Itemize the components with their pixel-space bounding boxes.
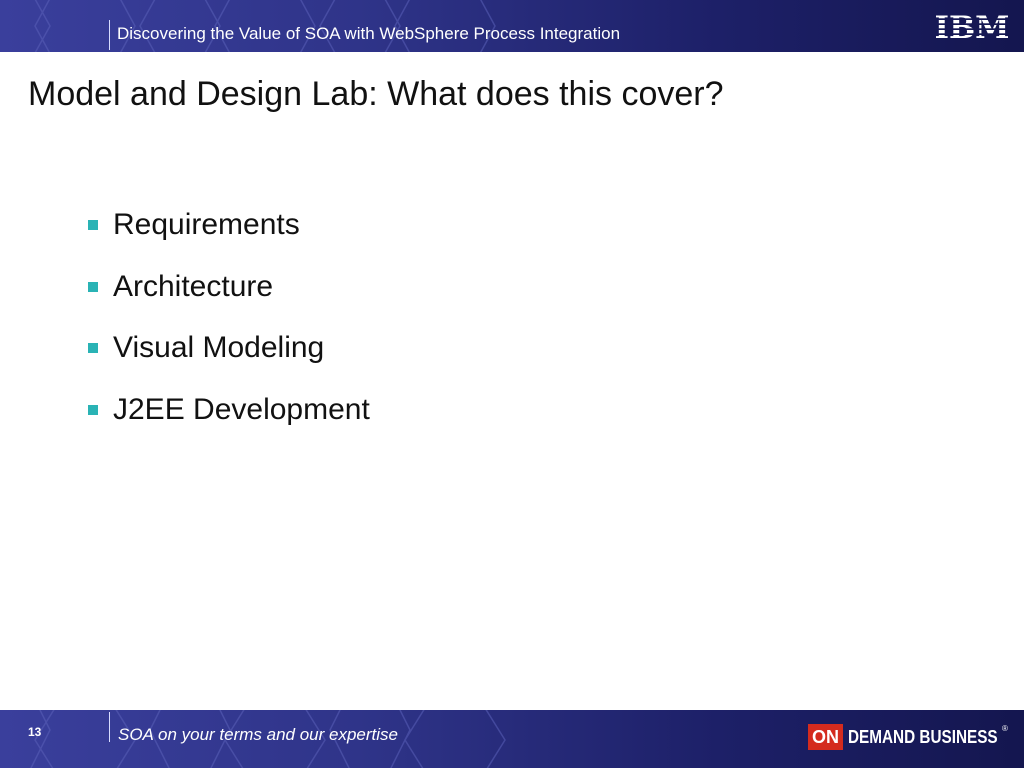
bullet-text: Visual Modeling [113, 331, 325, 364]
on-badge: ON [808, 724, 843, 750]
ibm-logo: IBM [936, 10, 1008, 42]
on-demand-business-logo: ON DEMAND BUSINESS ® [808, 722, 1024, 752]
list-item: J2EE Development [88, 391, 370, 453]
list-item: Visual Modeling [88, 329, 370, 391]
svg-text:IBM: IBM [936, 10, 1008, 42]
header-divider [109, 20, 110, 50]
demand-business-text: DEMAND BUSINESS [848, 726, 998, 747]
footer-tagline: SOA on your terms and our expertise [118, 725, 399, 744]
square-bullet-icon [88, 404, 98, 415]
slide: Discovering the Value of SOA with WebSph… [0, 0, 1024, 768]
footer-divider [109, 712, 110, 742]
square-bullet-icon [88, 220, 98, 230]
bullet-text: Architecture [113, 269, 274, 303]
header-band: Discovering the Value of SOA with WebSph… [0, 0, 1024, 52]
footer-band: 13 SOA on your terms and our expertise O… [0, 710, 1024, 768]
list-item: Architecture [88, 268, 370, 330]
bullet-list: Requirements Architecture Visual Modelin… [88, 206, 370, 452]
slide-title: Model and Design Lab: What does this cov… [28, 75, 724, 113]
registered-mark: ® [1002, 724, 1008, 733]
header-title: Discovering the Value of SOA with WebSph… [117, 24, 621, 43]
square-bullet-icon [88, 281, 98, 292]
bullet-text: Requirements [113, 208, 300, 241]
square-bullet-icon [88, 343, 98, 353]
bullet-text: J2EE Development [113, 392, 370, 426]
page-number: 13 [28, 725, 42, 739]
list-item: Requirements [88, 206, 370, 268]
